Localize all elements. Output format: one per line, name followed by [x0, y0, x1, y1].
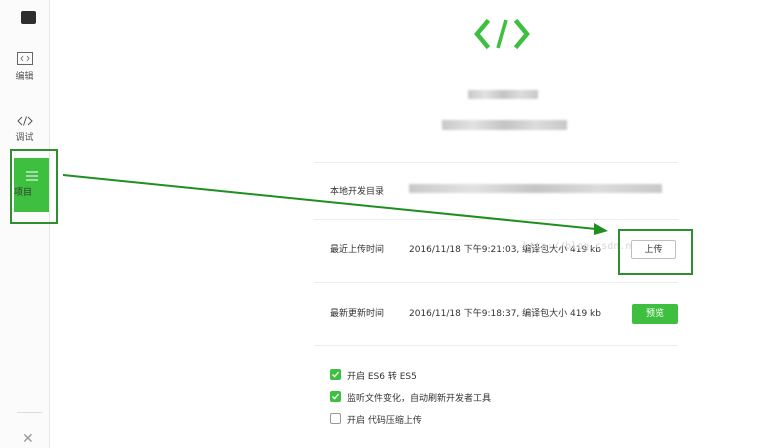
edit-icon	[16, 52, 33, 65]
sidebar: 编辑 调试 项目 ✕	[0, 0, 50, 448]
sidebar-divider	[17, 412, 42, 413]
highlight-box-upload	[618, 229, 693, 275]
divider	[314, 345, 678, 346]
close-icon[interactable]: ✕	[22, 432, 34, 446]
code-icon	[474, 18, 530, 50]
sidebar-item-edit[interactable]: 编辑	[0, 52, 49, 82]
watch-files-checkbox[interactable]	[330, 391, 341, 402]
divider	[314, 219, 678, 220]
es6-checkbox[interactable]	[330, 369, 341, 380]
upload-time-label: 最近上传时间	[330, 245, 385, 255]
code-icon	[16, 116, 33, 126]
local-dir-label: 本地开发目录	[330, 187, 385, 197]
compress-checkbox[interactable]	[330, 413, 341, 424]
project-appid-redacted	[442, 120, 567, 130]
es6-checkbox-label: 开启 ES6 转 ES5	[347, 372, 417, 382]
preview-button[interactable]: 预览	[632, 304, 678, 324]
compress-checkbox-label: 开启 代码压缩上传	[347, 416, 422, 426]
update-time-value: 2016/11/18 下午9:18:37, 编译包大小 419 kb	[409, 309, 601, 319]
divider	[314, 162, 678, 163]
checkbox-check-icon	[332, 393, 340, 400]
project-name-redacted	[468, 90, 538, 99]
divider	[314, 282, 678, 283]
sidebar-item-debug[interactable]: 调试	[0, 116, 49, 143]
app-logo-icon	[21, 11, 36, 24]
local-dir-value-redacted	[409, 184, 662, 193]
sidebar-item-label: 调试	[15, 133, 34, 143]
checkbox-check-icon	[332, 371, 340, 378]
watch-files-checkbox-label: 监听文件变化，自动刷新开发者工具	[347, 394, 492, 404]
sidebar-item-label: 编辑	[15, 72, 34, 82]
update-time-label: 最新更新时间	[330, 309, 385, 319]
highlight-box-project	[10, 149, 58, 224]
